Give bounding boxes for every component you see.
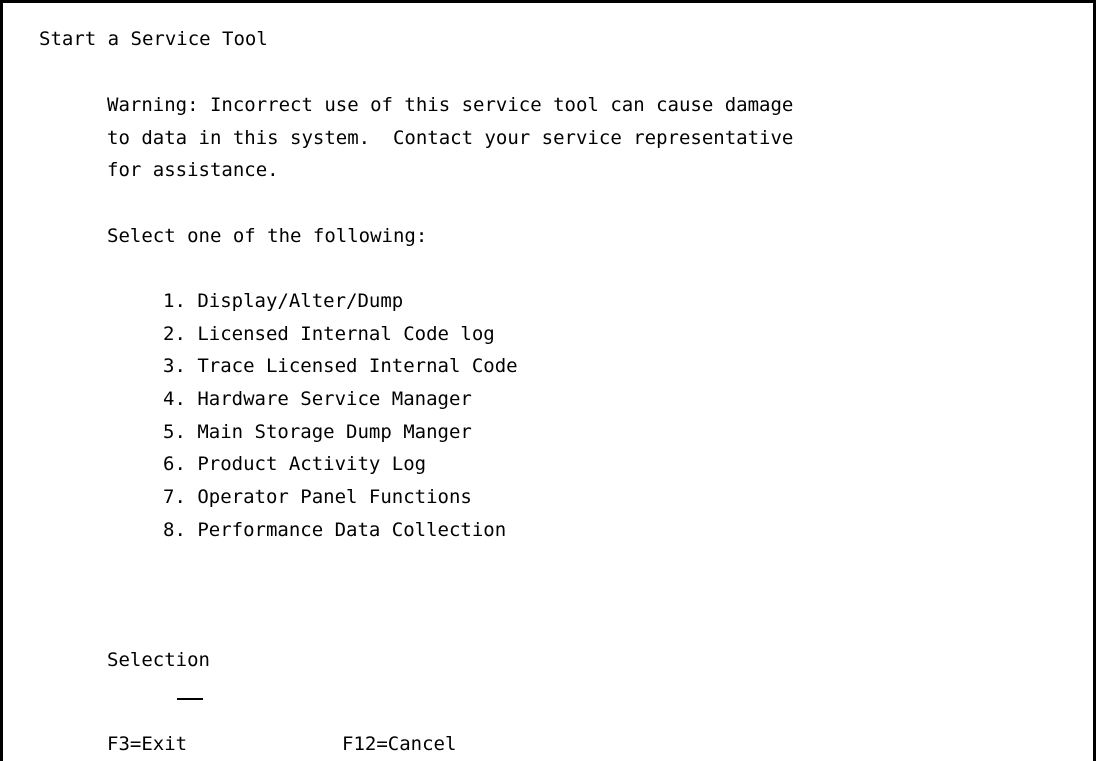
f12-cancel-key[interactable]: F12=Cancel [342, 733, 456, 755]
menu-option-1[interactable]: 1. Display/Alter/Dump [163, 290, 403, 312]
menu-option-3[interactable]: 3. Trace Licensed Internal Code [163, 355, 518, 377]
menu-option-4[interactable]: 4. Hardware Service Manager [163, 388, 472, 410]
menu-option-6[interactable]: 6. Product Activity Log [163, 453, 426, 475]
warning-line-1: Warning: Incorrect use of this service t… [107, 94, 794, 116]
instruction-text: Select one of the following: [107, 225, 428, 247]
selection-input-underline[interactable] [177, 698, 203, 700]
selection-label: Selection [107, 649, 210, 671]
menu-option-7[interactable]: 7. Operator Panel Functions [163, 486, 472, 508]
screen-title: Start a Service Tool [39, 28, 268, 50]
terminal-screen: Start a Service Tool Warning: Incorrect … [0, 0, 1096, 761]
warning-line-3: for assistance. [107, 159, 279, 181]
menu-option-5[interactable]: 5. Main Storage Dump Manger [163, 421, 472, 443]
warning-line-2: to data in this system. Contact your ser… [107, 127, 794, 149]
menu-option-8[interactable]: 8. Performance Data Collection [163, 519, 506, 541]
menu-option-2[interactable]: 2. Licensed Internal Code log [163, 323, 495, 345]
f3-exit-key[interactable]: F3=Exit [107, 733, 187, 755]
